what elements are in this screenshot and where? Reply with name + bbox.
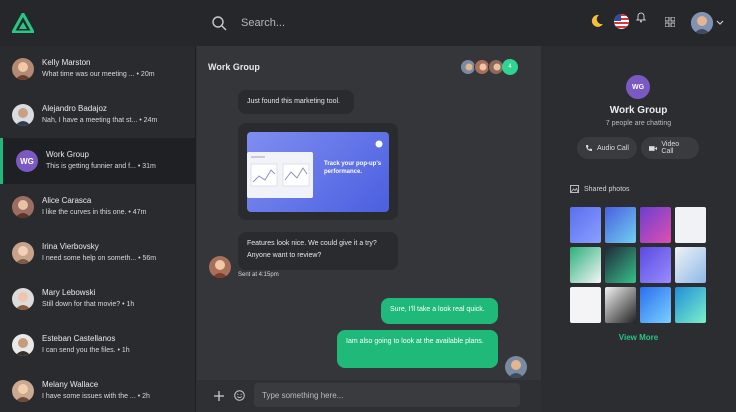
contact-item[interactable]: Irina Vierbovsky I need some help on some… [0,230,195,276]
contact-message: I have some issues with the ... [42,393,136,400]
contact-item[interactable]: Esteban Castellanos I can send you the fi… [0,322,195,368]
contact-item-active[interactable]: WG Work Group This is getting funnier and… [0,138,195,184]
contact-message: Nah, I have a meeting that st... [42,117,138,124]
video-call-button[interactable]: Video Call [641,137,699,159]
contact-time: • 47m [126,209,147,216]
contact-list: Kelly Marston What time was our meeting .… [0,46,196,412]
contact-time: • 31m [135,163,156,170]
message-bubble-outgoing: Sure, I'll take a look real quick. [381,298,498,324]
user-avatar[interactable] [691,12,713,34]
promo-image[interactable]: Track your pop-up's performance. [247,132,389,212]
contact-time: • 56m [136,255,157,262]
contact-name: Kelly Marston [42,58,91,67]
contact-item[interactable]: Alice Carasca I like the curves in this o… [0,184,195,230]
logo-icon[interactable] [12,13,34,33]
avatar [505,356,527,378]
shared-photo[interactable] [570,287,601,323]
shared-photo[interactable] [570,207,601,243]
chat-title: Work Group [208,62,260,72]
shared-photos-grid [570,207,706,323]
contact-item[interactable]: Kelly Marston What time was our meeting .… [0,46,195,92]
emoji-icon[interactable] [234,390,245,401]
audio-call-button[interactable]: Audio Call [577,137,637,159]
shared-photos-label: Shared photos [584,185,630,193]
shared-photo[interactable] [605,207,636,243]
contact-time: • 2h [135,393,150,400]
phone-icon [586,145,592,151]
chat-panel: Work Group 4 Just found this marketing t… [197,46,541,412]
app-root: Kelly Marston What time was our meeting .… [0,0,736,412]
plus-icon[interactable] [214,391,224,401]
message-bubble: Features look nice. We could give it a t… [238,232,398,270]
promo-text: Track your pop-up's performance. [324,161,382,175]
message-attachment[interactable]: Track your pop-up's performance. [238,123,398,220]
avatar [12,288,34,310]
document-preview [247,152,313,198]
avatar [12,104,34,126]
group-subtitle: 7 people are chatting [605,120,672,127]
avatar: WG [16,150,38,172]
contact-item[interactable]: Mary Lebowski Still down for that movie? … [0,276,195,322]
shared-photo[interactable] [605,287,636,323]
video-icon [649,145,658,151]
member-avatars[interactable]: 4 [460,59,518,75]
contact-name: Work Group [46,150,89,159]
group-info-panel: WG Work Group 7 people are chatting Audi… [541,46,736,412]
message-bubble: Just found this marketing tool. [238,90,354,114]
audio-call-label: Audio Call [597,144,629,152]
contact-message: I need some help on someth... [42,255,137,262]
contact-message: What time was our meeting ... [42,71,135,78]
contact-name: Alice Carasca [42,196,92,205]
contact-name: Mary Lebowski [42,288,96,297]
bell-icon[interactable] [636,11,646,23]
message-composer [197,380,541,412]
shared-photos-heading: Shared photos [570,185,630,193]
shared-photo[interactable] [640,247,671,283]
avatar [12,380,34,402]
top-bar [0,0,736,46]
contact-item[interactable]: Melany Wallace I have some issues with th… [0,368,195,412]
shared-photo[interactable] [675,247,706,283]
contact-time: • 24m [137,117,158,124]
shared-photo[interactable] [675,207,706,243]
shared-photo[interactable] [640,207,671,243]
group-avatar: WG [626,75,650,99]
contact-name: Alejandro Badajoz [42,104,107,113]
chat-bubble-icon [375,140,383,148]
shared-photo[interactable] [640,287,671,323]
group-title: Work Group [609,105,668,116]
contact-time: • 1h [115,347,130,354]
avatar [12,242,34,264]
contact-message: Still down for that movie? [42,301,121,308]
flag-icon[interactable] [614,14,629,29]
shared-photo[interactable] [605,247,636,283]
view-more-link[interactable]: View More [541,333,736,342]
contact-item[interactable]: Alejandro Badajoz Nah, I have a meeting t… [0,92,195,138]
chevron-down-icon[interactable] [716,19,724,27]
avatar [209,256,231,278]
message-input[interactable] [254,383,520,407]
sent-timestamp: Sent at 4:15pm [238,272,279,278]
moon-icon[interactable] [590,14,604,28]
avatar [12,196,34,218]
contact-message: This is getting funnier and f... [46,163,136,170]
avatar [12,58,34,80]
contact-message: I like the curves in this one. [42,209,127,216]
contact-time: • 1h [120,301,135,308]
image-icon [570,185,579,193]
contact-time: • 20m [134,71,155,78]
contact-name: Irina Vierbovsky [42,242,99,251]
avatar [12,334,34,356]
search-icon[interactable] [211,15,227,31]
search-input[interactable] [241,14,481,32]
video-call-label: Video Call [661,141,680,155]
contact-name: Esteban Castellanos [42,334,116,343]
member-count-badge[interactable]: 4 [502,59,518,75]
shared-photo[interactable] [570,247,601,283]
contact-message: I can send you the files. [42,347,116,354]
grid-icon[interactable] [665,17,675,27]
message-bubble-outgoing: Iam also going to look at the available … [337,330,498,368]
contact-name: Melany Wallace [42,380,99,389]
shared-photo[interactable] [675,287,706,323]
